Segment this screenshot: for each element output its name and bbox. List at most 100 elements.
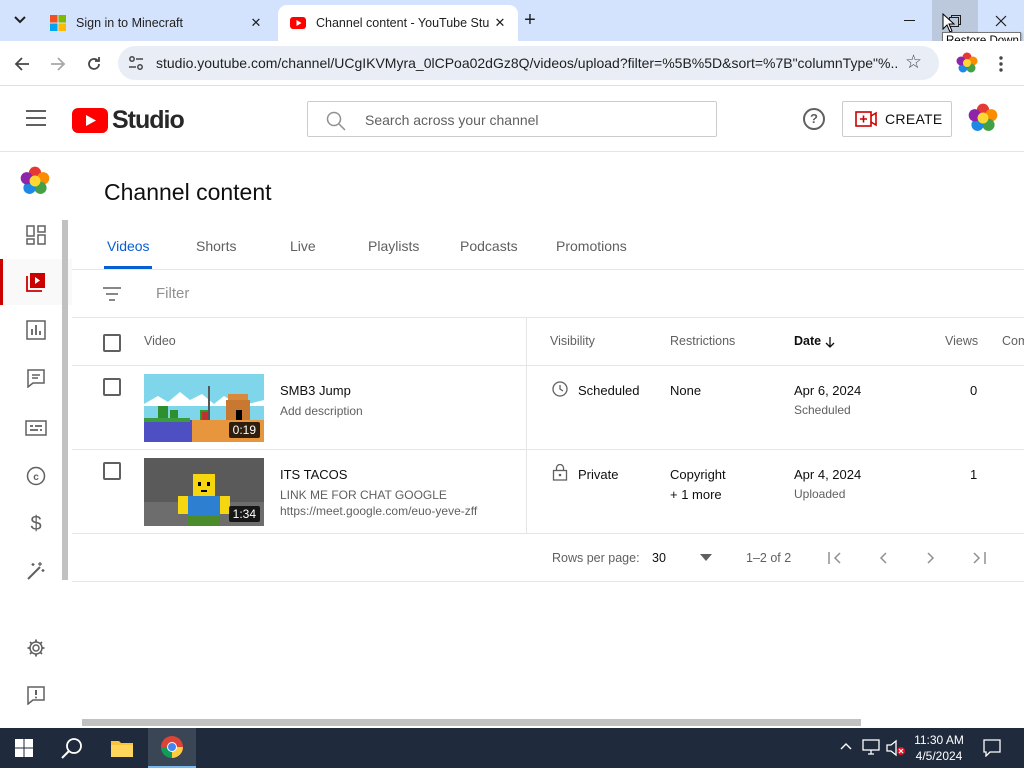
folder-icon — [111, 741, 133, 757]
reload-icon[interactable] — [81, 51, 107, 77]
date-status: Scheduled — [794, 403, 851, 417]
tab-title: Channel content - YouTube Stu — [316, 16, 490, 30]
video-description[interactable]: LINK ME FOR CHAT GOOGLE https://meet.goo… — [280, 487, 477, 519]
column-video: Video — [144, 334, 176, 348]
rows-per-page-label: Rows per page: — [552, 551, 640, 565]
tab-videos[interactable]: Videos — [107, 238, 150, 254]
video-thumbnail[interactable]: 0:19 — [144, 374, 264, 442]
video-title[interactable]: ITS TACOS — [280, 467, 347, 482]
tab-title: Sign in to Minecraft — [76, 16, 183, 30]
horizontal-scrollbar[interactable] — [82, 719, 861, 726]
column-comments[interactable]: Com — [1002, 334, 1024, 348]
analytics-icon — [26, 320, 46, 340]
filter-placeholder: Filter — [156, 285, 190, 302]
page-title: Channel content — [104, 179, 272, 205]
chrome-icon — [161, 736, 183, 758]
close-tab-icon[interactable]: ✕ — [246, 13, 266, 33]
filter-bar[interactable]: Filter — [72, 270, 1024, 318]
table-row[interactable]: 1:34 ITS TACOS LINK ME FOR CHAT GOOGLE h… — [72, 450, 1024, 534]
sort-down-icon[interactable] — [824, 336, 836, 348]
browser-menu-icon[interactable] — [988, 51, 1014, 77]
restrictions-value[interactable]: Copyright — [670, 467, 726, 482]
create-button[interactable]: CREATE — [842, 101, 952, 137]
browser-tab-minecraft[interactable]: Sign in to Minecraft ✕ — [38, 5, 274, 41]
next-page-icon[interactable] — [926, 552, 936, 564]
visibility-value[interactable]: Scheduled — [578, 383, 639, 398]
new-tab-icon[interactable]: + — [520, 9, 540, 31]
taskbar-file-explorer[interactable] — [98, 728, 146, 768]
tab-promotions[interactable]: Promotions — [556, 238, 627, 254]
clock-date: 4/5/2024 — [915, 749, 963, 763]
sidebar-item-settings[interactable] — [0, 625, 72, 671]
menu-icon[interactable] — [26, 110, 46, 126]
date-value: Apr 4, 2024 — [794, 467, 862, 482]
browser-tab-youtube-studio[interactable]: Channel content - YouTube Stu ✕ — [278, 5, 518, 41]
column-views[interactable]: Views — [945, 334, 978, 348]
first-page-icon[interactable] — [828, 552, 842, 564]
search-icon — [326, 111, 346, 131]
column-date[interactable]: Date — [794, 334, 821, 348]
last-page-icon[interactable] — [972, 552, 986, 564]
video-thumbnail[interactable]: 1:34 — [144, 458, 264, 526]
column-divider — [526, 318, 527, 534]
video-title[interactable]: SMB3 Jump — [280, 383, 351, 398]
volume-muted-icon[interactable] — [886, 739, 906, 757]
channel-avatar-icon[interactable] — [968, 103, 998, 133]
filter-icon[interactable] — [102, 287, 122, 301]
search-icon — [61, 738, 82, 759]
dropdown-icon[interactable] — [700, 554, 712, 561]
network-icon[interactable] — [862, 739, 880, 755]
sidebar-item-feedback[interactable] — [0, 672, 72, 718]
tab-live[interactable]: Live — [290, 238, 316, 254]
notifications-icon[interactable] — [983, 739, 1001, 757]
sidebar-scrollbar[interactable] — [62, 220, 68, 580]
taskbar-clock[interactable]: 11:30 AM 4/5/2024 — [908, 732, 970, 764]
content-icon — [26, 273, 45, 292]
bookmark-star-icon[interactable]: ☆ — [905, 51, 922, 74]
back-icon[interactable] — [9, 51, 35, 77]
youtube-icon — [290, 17, 306, 29]
row-checkbox[interactable] — [103, 378, 121, 396]
copyright-icon: c — [26, 466, 46, 486]
start-button[interactable] — [0, 728, 48, 768]
forward-icon[interactable] — [45, 51, 71, 77]
help-icon[interactable]: ? — [803, 108, 825, 130]
taskbar-chrome[interactable] — [148, 728, 196, 768]
comments-icon — [27, 369, 45, 388]
prev-page-icon[interactable] — [878, 552, 888, 564]
tab-shorts[interactable]: Shorts — [196, 238, 236, 254]
youtube-logo-icon — [72, 108, 108, 133]
youtube-studio-logo[interactable]: Studio — [72, 106, 185, 135]
site-info-icon[interactable] — [128, 55, 144, 71]
tab-podcasts[interactable]: Podcasts — [460, 238, 518, 254]
close-tab-icon[interactable]: ✕ — [490, 13, 510, 33]
description-line-1: LINK ME FOR CHAT GOOGLE — [280, 488, 447, 502]
visibility-value[interactable]: Private — [578, 467, 618, 482]
row-checkbox[interactable] — [103, 462, 121, 480]
clock-time: 11:30 AM — [914, 733, 964, 747]
mouse-cursor-icon — [942, 13, 956, 33]
windows-taskbar: 11:30 AM 4/5/2024 — [0, 728, 1024, 768]
show-hidden-icons-icon[interactable] — [840, 742, 852, 750]
svg-text:$: $ — [30, 513, 41, 534]
feedback-icon — [27, 686, 45, 705]
create-icon — [855, 111, 877, 127]
lock-icon — [552, 464, 568, 481]
minimize-icon[interactable] — [886, 0, 932, 41]
video-description[interactable]: Add description — [280, 403, 363, 419]
address-bar[interactable]: studio.youtube.com/channel/UCgIKVMyra_0l… — [118, 46, 939, 80]
url-text: studio.youtube.com/channel/UCgIKVMyra_0l… — [156, 55, 898, 71]
rows-per-page-select[interactable]: 30 — [652, 551, 666, 565]
tab-search-dropdown-icon[interactable] — [8, 8, 32, 32]
tab-playlists[interactable]: Playlists — [368, 238, 419, 254]
select-all-checkbox[interactable] — [103, 334, 121, 352]
table-row[interactable]: 0:19 SMB3 Jump Add description Scheduled… — [72, 366, 1024, 450]
date-status: Uploaded — [794, 487, 846, 501]
taskbar-search-button[interactable] — [48, 728, 96, 768]
restrictions-more[interactable]: + 1 more — [670, 487, 722, 502]
windows-start-icon — [15, 739, 33, 757]
channel-search-input[interactable]: Search across your channel — [307, 101, 717, 137]
content-tabs: Videos Shorts Live Playlists Podcasts Pr… — [72, 228, 1024, 270]
profile-avatar-icon[interactable] — [956, 52, 978, 74]
channel-avatar-icon[interactable] — [20, 166, 50, 196]
